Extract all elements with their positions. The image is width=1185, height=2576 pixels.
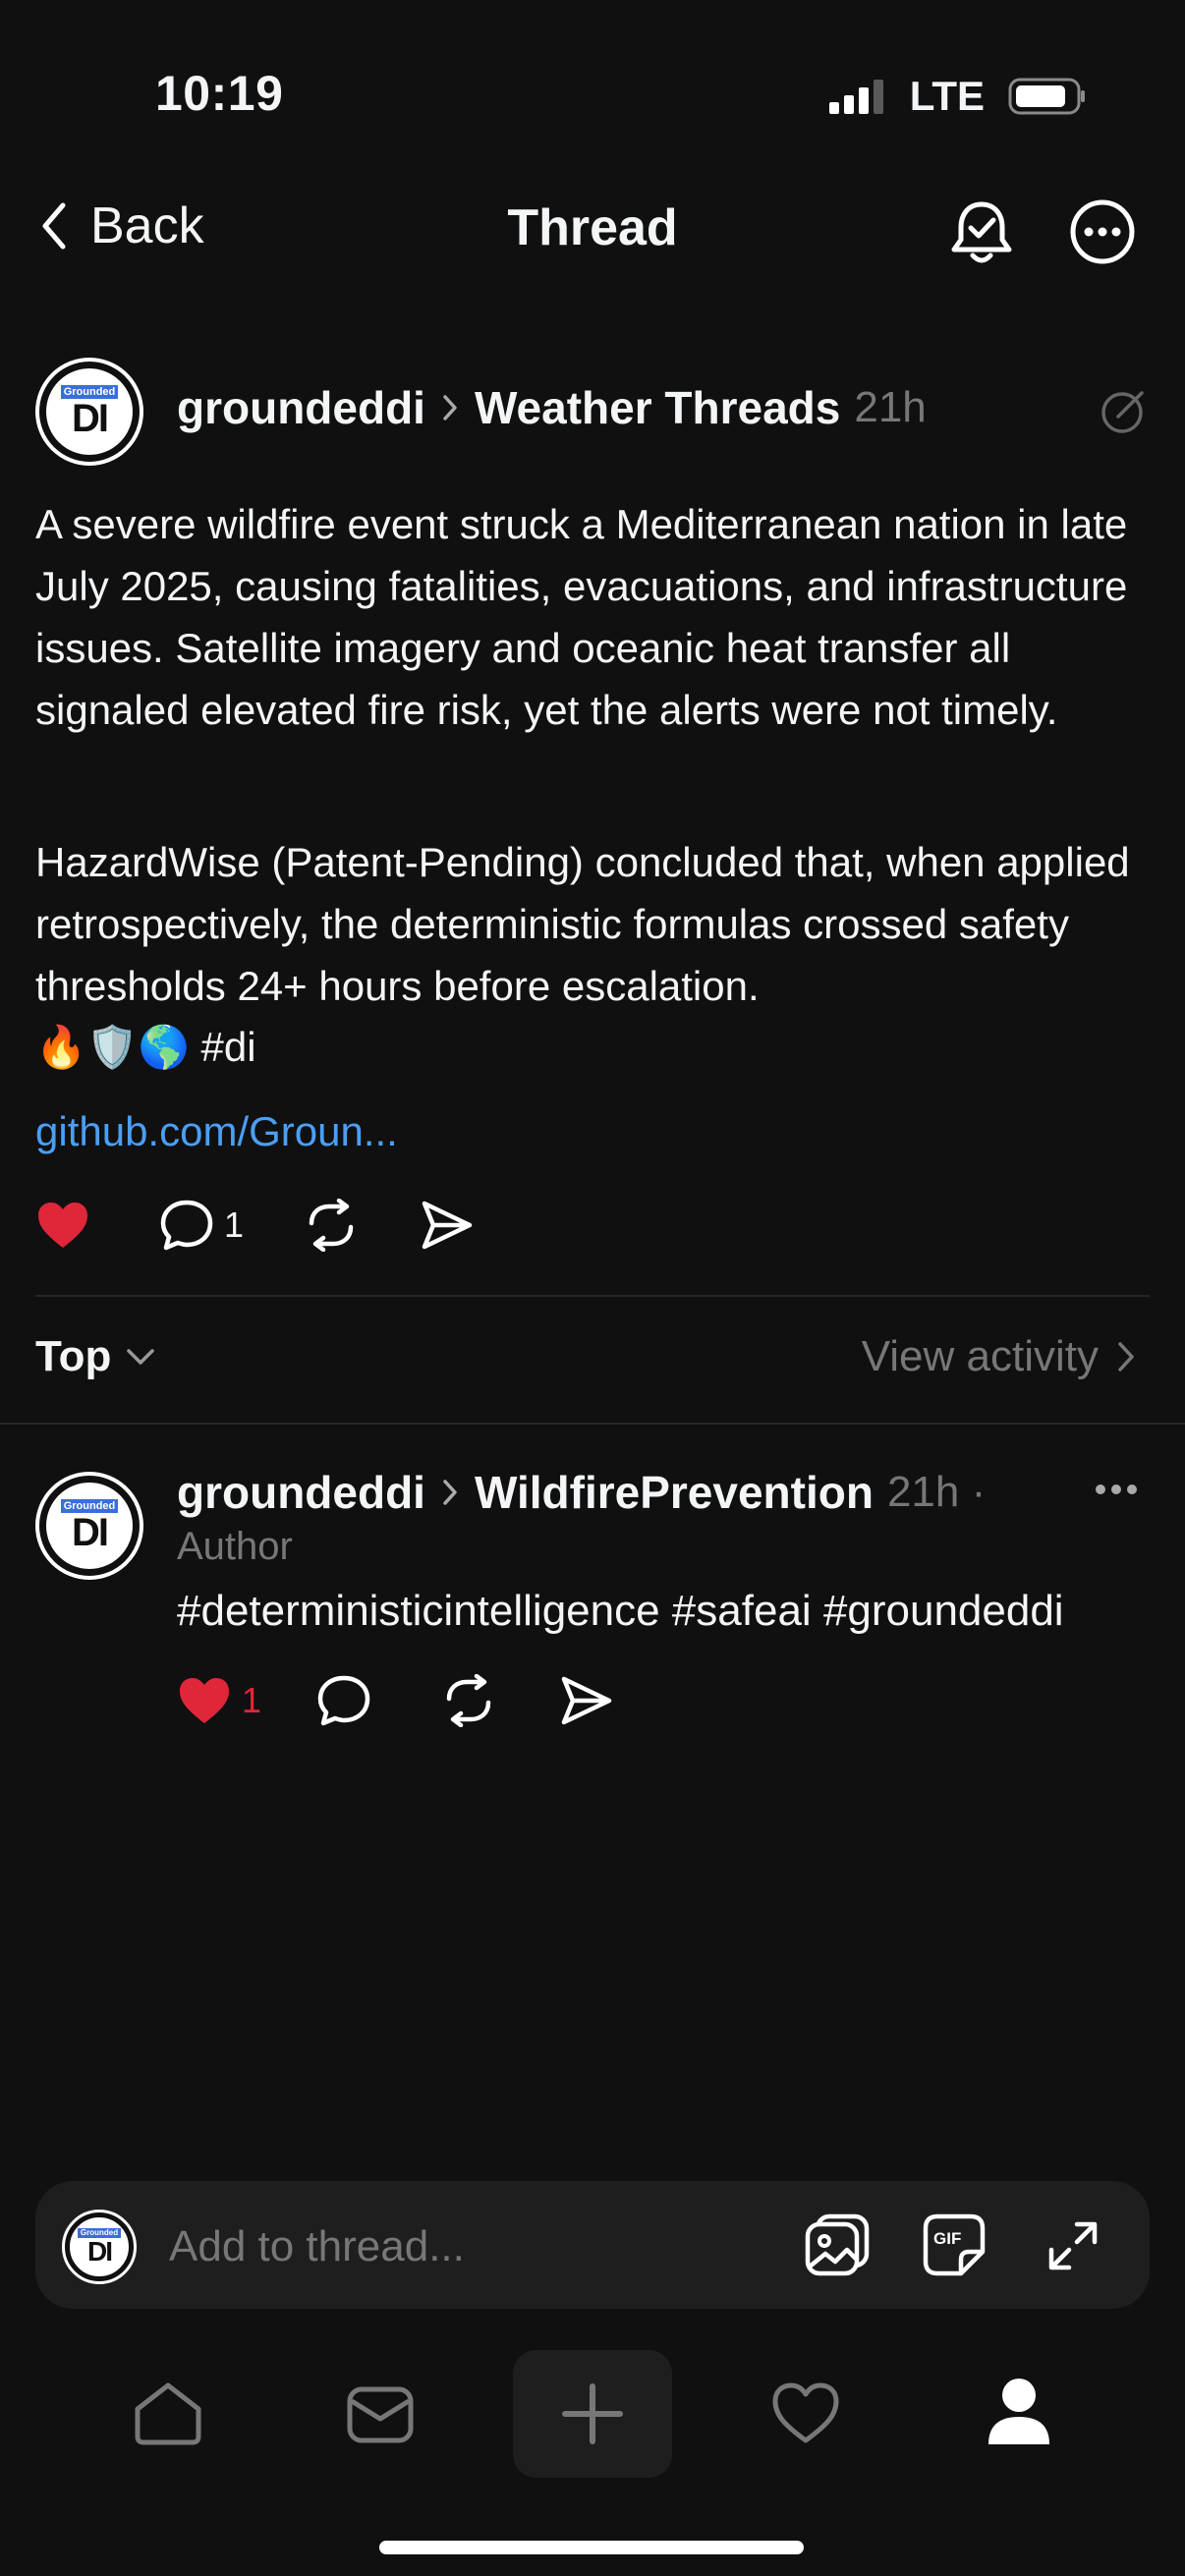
profile-icon[interactable] [985,2376,1053,2446]
reply-count: 1 [224,1204,245,1245]
reply-header: groundeddi WildfirePrevention 21h · [177,1466,986,1519]
heart-icon[interactable] [35,1200,90,1251]
gif-icon[interactable]: GIF [922,2212,987,2277]
avatar[interactable]: Grounded DI [35,358,143,466]
post-paragraph-1: A severe wildfire event struck a Mediter… [35,501,1128,733]
view-activity-link[interactable]: View activity [862,1332,1136,1381]
status-icons: LTE [827,73,1087,120]
chevron-right-icon [439,393,461,422]
like-count: 1 [242,1680,262,1720]
post-actions: 1 [35,1199,474,1252]
thread-reply-input[interactable]: Add to thread... [169,2222,465,2271]
comment-icon[interactable] [316,1674,371,1727]
status-time: 10:19 [155,66,284,121]
new-thread-button[interactable] [513,2350,672,2478]
battery-icon [1008,77,1087,116]
plus-icon [561,2382,624,2445]
community-name[interactable]: WildfirePrevention [475,1466,874,1519]
edit-icon[interactable] [1100,387,1150,436]
like-button[interactable]: 1 [177,1675,261,1726]
avatar: Grounded DI [62,2210,137,2284]
sort-label: Top [35,1332,112,1380]
divider [0,1423,1185,1425]
reply-time: 21h · [886,1468,987,1516]
image-icon[interactable] [804,2212,873,2277]
share-icon[interactable] [421,1200,474,1251]
reply-text[interactable]: #deterministicintelligence #safeai #grou… [177,1587,1064,1636]
repost-icon[interactable] [440,1674,497,1727]
post-hashtags[interactable]: 🔥🛡️🌎 #di [35,1016,1165,1078]
signal-icon [827,79,886,114]
heart-icon [177,1675,232,1726]
home-indicator [379,2541,804,2554]
post-header: groundeddi Weather Threads 21h [177,381,927,434]
repost-icon[interactable] [303,1199,360,1252]
community-name[interactable]: Weather Threads [475,381,840,434]
post-paragraph-2: HazardWise (Patent-Pending) concluded th… [35,839,1130,1009]
username[interactable]: groundeddi [177,1466,425,1519]
home-icon[interactable] [132,2380,204,2448]
svg-text:GIF: GIF [933,2229,961,2248]
chevron-down-icon [125,1346,156,1368]
reply-actions: 1 [177,1674,613,1727]
username[interactable]: groundeddi [177,381,425,434]
bell-check-icon[interactable] [949,198,1014,267]
author-badge: Author [177,1525,293,1568]
view-activity-label: View activity [861,1332,1099,1380]
sort-dropdown[interactable]: Top [35,1332,156,1381]
expand-icon[interactable] [1045,2218,1100,2273]
comment-icon [159,1199,214,1252]
network-label: LTE [909,73,985,119]
divider [35,1295,1150,1297]
post-time: 21h [854,383,927,431]
more-icon[interactable] [1093,1482,1140,1497]
post-link[interactable]: github.com/Groun... [35,1108,398,1155]
chevron-right-icon [439,1478,461,1507]
comment-button[interactable]: 1 [159,1199,244,1252]
avatar-initials: DI [72,397,109,440]
avatar-initials: DI [87,2236,113,2267]
avatar[interactable]: Grounded DI [35,1472,143,1580]
chevron-right-icon [1116,1340,1136,1373]
activity-heart-icon[interactable] [770,2381,841,2446]
more-icon[interactable] [1069,198,1136,265]
share-icon[interactable] [560,1675,613,1726]
avatar-initials: DI [72,1511,109,1554]
inbox-icon[interactable] [346,2385,415,2444]
